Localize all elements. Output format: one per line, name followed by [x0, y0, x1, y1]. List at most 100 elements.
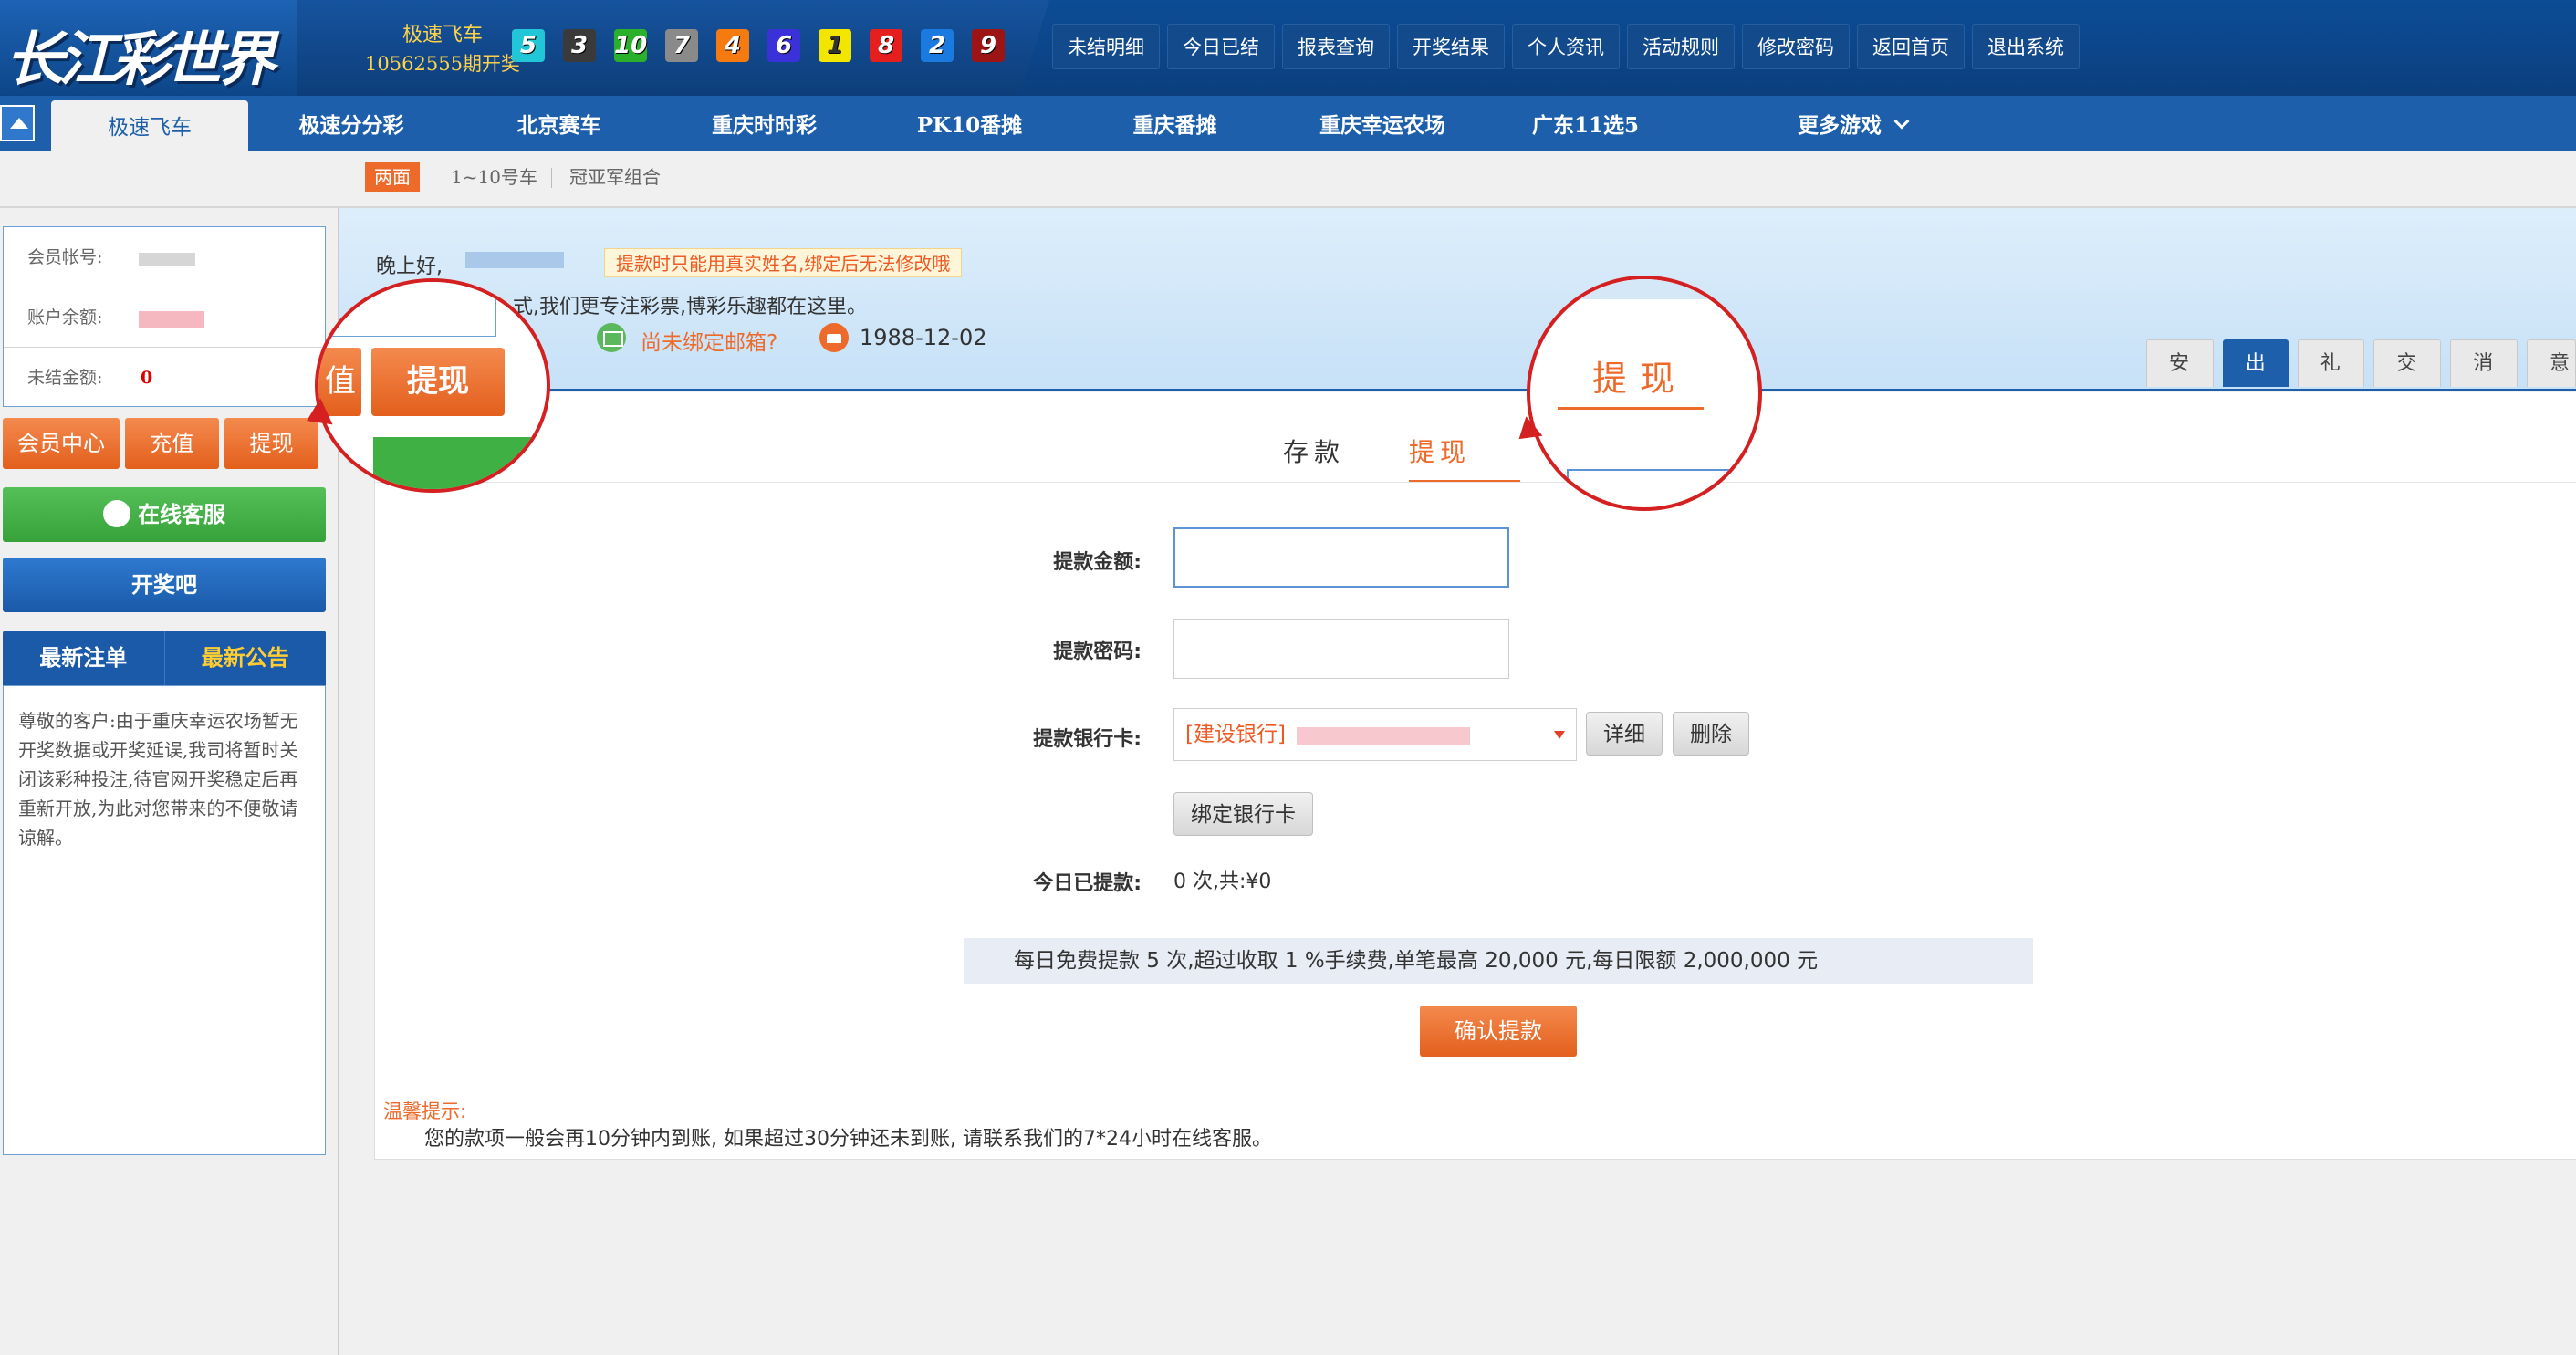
tab-withdraw[interactable]: 提现 [1409, 433, 1471, 469]
game-tabs-bar: 极速飞车 极速分分彩 北京赛车 重庆时时彩 PK10番摊 重庆番摊 重庆幸运农场… [0, 96, 2576, 155]
nav-results[interactable]: 开奖结果 [1397, 24, 1505, 69]
draw-ball: 6 [767, 29, 800, 62]
latest-draw-panel: 极速飞车 10562555期开奖 5 3 10 7 4 6 1 8 2 9 [297, 0, 1049, 96]
tab-cashier[interactable]: 出纳台 [2222, 339, 2289, 470]
nav-today-settled[interactable]: 今日已结 [1167, 24, 1275, 69]
top-nav: 未结明细 今日已结 报表查询 开奖结果 个人资讯 活动规则 修改密码 返回首页 … [1052, 24, 2080, 69]
game-tab-jisu-fenfencai[interactable]: 极速分分彩 [265, 96, 438, 151]
tab-latest-announcement[interactable]: 最新公告 [165, 631, 327, 685]
account-value-blurred [139, 253, 195, 266]
zoomed-withdraw-button: 提现 [371, 348, 505, 416]
unsettled-label: 未结金额: [27, 368, 103, 388]
nav-reports[interactable]: 报表查询 [1282, 24, 1390, 69]
nav-change-password[interactable]: 修改密码 [1742, 24, 1850, 69]
draw-ball: 7 [665, 29, 698, 62]
sub-nav: 两面 1~10号车 冠亚军组合 [0, 151, 2576, 208]
kaijiang-button[interactable]: 开奖吧 [3, 558, 326, 612]
subnav-car-1-10[interactable]: 1~10号车 [451, 162, 537, 192]
game-tab-jisu-feiche[interactable]: 极速飞车 [51, 100, 248, 155]
member-center-button[interactable]: 会员中心 [3, 418, 120, 469]
more-games[interactable]: 更多游戏 [1779, 96, 1925, 151]
tab-transactions[interactable]: 交易记录 [2373, 339, 2442, 517]
logo[interactable]: 长江彩世界 [0, 0, 297, 96]
password-input[interactable] [1173, 619, 1509, 679]
birthday-cake-icon [819, 323, 849, 352]
draw-ball: 3 [563, 29, 596, 62]
deposit-button[interactable]: 充值 [125, 418, 219, 469]
account-info-box: 会员帐号: 账户余额: 未结金额: 0 [3, 226, 326, 407]
zoomed-withdraw-tab: 提现 [1592, 359, 1688, 399]
notice-tabs: 最新注单 最新公告 [3, 631, 326, 685]
sidebar-buttons: 会员中心 充值 提现 [3, 418, 318, 469]
birthday-value: 1988-12-02 [860, 325, 987, 350]
account-label: 会员帐号: [27, 247, 103, 267]
online-service-button[interactable]: 在线客服 [3, 487, 326, 542]
announcement-text: 尊敬的客户:由于重庆幸运农场暂无开奖数据或开奖延误,我司将暂时关闭该彩种投注,待… [3, 685, 326, 1155]
game-tab-guangdong-11x5[interactable]: 广东11选5 [1519, 96, 1652, 151]
realname-tip: 提款时只能用真实姓名,绑定后无法修改哦 [604, 248, 963, 277]
draw-ball: 9 [972, 29, 1005, 62]
subnav-guanya-combo[interactable]: 冠亚军组合 [569, 162, 661, 192]
zoom-callout-withdraw-tab: 提现 [1527, 276, 1762, 511]
nav-unsettled[interactable]: 未结明细 [1052, 24, 1160, 69]
game-tab-chongqing-fantan[interactable]: 重庆番摊 [1100, 96, 1250, 151]
collapse-up-icon[interactable] [0, 105, 35, 141]
headset-icon [103, 500, 130, 527]
draw-ball: 8 [870, 29, 902, 62]
sidebar: 会员帐号: 账户余额: 未结金额: 0 会员中心 充值 提现 在线客服 开奖吧 最… [0, 208, 339, 1355]
game-tab-chongqing-nongchang[interactable]: 重庆幸运农场 [1305, 96, 1460, 151]
bank-card-value: [建设银行] [1185, 723, 1286, 746]
zoomed-header-strip [1530, 279, 1758, 299]
zoom-callout-withdraw-button: 值 提现 [315, 278, 550, 493]
tab-messages[interactable]: 消息中心 [2450, 339, 2518, 517]
card-number-blurred [1297, 727, 1470, 745]
user-greeting-panel: 晚上好, 提款时只能用真实姓名,绑定后无法修改哦 式,我们更专注彩票,博彩乐趣都… [339, 208, 2576, 517]
nav-logout[interactable]: 退出系统 [1972, 24, 2080, 69]
game-tab-chongqing-ssc[interactable]: 重庆时时彩 [689, 96, 840, 151]
withdraw-limit-note: 每日免费提款 5 次,超过收取 1 %手续费,单笔最高 20,000 元,每日限… [964, 938, 2033, 984]
more-games-label: 更多游戏 [1798, 113, 1882, 138]
subnav-liangmian[interactable]: 两面 [365, 162, 420, 192]
divider [374, 1159, 2576, 1160]
draw-ball: 10 [614, 29, 647, 62]
nav-home[interactable]: 返回首页 [1857, 24, 1965, 69]
greeting-slogan: 式,我们更专注彩票,博彩乐趣都在这里。 [513, 296, 867, 318]
tab-latest-bets[interactable]: 最新注单 [3, 631, 165, 685]
amount-label: 提款金额: [1053, 551, 1142, 574]
bank-card-select[interactable]: [建设银行] [1173, 708, 1577, 761]
withdraw-button[interactable]: 提现 [224, 418, 318, 469]
tab-deposit[interactable]: 存款 [1283, 433, 1345, 469]
card-detail-button[interactable]: 详细 [1586, 712, 1663, 756]
cashier-panel: 存款 提现 提款金额: 提款密码: 提款银行卡: [建设银行] 详细 删除 绑定… [374, 392, 2576, 1159]
warm-tip-title: 温馨提示: [383, 1100, 467, 1122]
draw-ball: 1 [819, 29, 851, 62]
card-delete-button[interactable]: 删除 [1673, 712, 1749, 756]
bind-card-button[interactable]: 绑定银行卡 [1173, 792, 1313, 836]
user-tabs: 安全设置 出纳台 礼品地址 交易记录 消息中心 意见 [2146, 339, 2576, 517]
dropdown-arrow-icon [1554, 731, 1565, 739]
confirm-withdraw-button[interactable]: 确认提款 [1420, 1006, 1577, 1057]
amount-input[interactable] [1173, 527, 1509, 588]
tab-gift-address[interactable]: 礼品地址 [2297, 339, 2365, 517]
today-withdrawn-label: 今日已提款: [1033, 872, 1142, 895]
divider [375, 482, 2576, 483]
bind-email-link[interactable]: 尚未绑定邮箱? [641, 325, 777, 356]
nav-rules[interactable]: 活动规则 [1627, 24, 1735, 69]
draw-lottery-name: 极速飞车 [402, 24, 483, 47]
zoomed-service-button [373, 437, 547, 489]
zoomed-tab-underline [1558, 407, 1704, 410]
greeting-prefix: 晚上好, [376, 255, 443, 278]
unsettled-value: 0 [141, 368, 153, 388]
tab-security[interactable]: 安全设置 [2146, 339, 2214, 517]
zoomed-amount-input [1567, 469, 1740, 507]
online-service-label: 在线客服 [138, 501, 225, 527]
balance-row: 账户余额: [4, 287, 325, 348]
tab-feedback[interactable]: 意见 [2526, 339, 2576, 422]
logo-text: 长江彩世界 [5, 26, 276, 94]
draw-ball: 4 [716, 29, 749, 62]
game-tab-pk10-fantan[interactable]: PK10番摊 [899, 96, 1040, 151]
nav-profile[interactable]: 个人资讯 [1512, 24, 1620, 69]
game-tab-beijing-saiche[interactable]: 北京赛车 [484, 96, 634, 151]
password-label: 提款密码: [1053, 641, 1142, 663]
chevron-down-icon [1893, 113, 1910, 130]
